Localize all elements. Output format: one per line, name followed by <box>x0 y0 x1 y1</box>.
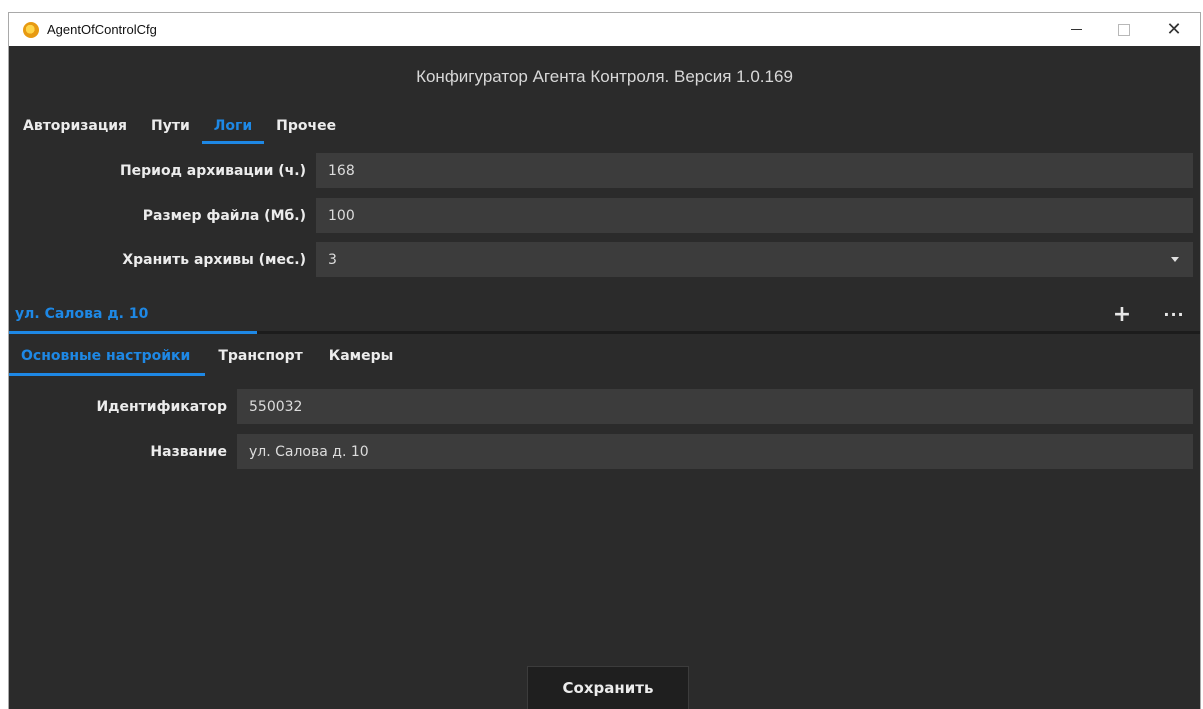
identifier-label: Идентификатор <box>96 399 227 415</box>
tab-main-settings[interactable]: Основные настройки <box>9 336 206 376</box>
save-button[interactable]: Сохранить <box>527 666 689 709</box>
object-tabs: ул. Салова д. 10 + ··· <box>9 294 1200 334</box>
identifier-row: Идентификатор 550032 <box>9 389 1200 425</box>
archive-period-label: Период архивации (ч.) <box>119 163 306 179</box>
keep-archives-row: Хранить архивы (мес.) 3 <box>9 242 1200 278</box>
tab-paths[interactable]: Пути <box>139 108 202 144</box>
app-header: Конфигуратор Агента Контроля. Версия 1.0… <box>9 46 1200 108</box>
tab-transport[interactable]: Транспорт <box>205 336 315 376</box>
keep-archives-value: 3 <box>328 251 337 268</box>
keep-archives-select[interactable]: 3 <box>316 242 1193 278</box>
maximize-button[interactable] <box>1100 13 1148 46</box>
tab-logs[interactable]: Логи <box>201 108 265 144</box>
name-input[interactable]: ул. Салова д. 10 <box>237 434 1193 470</box>
name-row: Название ул. Салова д. 10 <box>9 434 1200 470</box>
page-title: Конфигуратор Агента Контроля. Версия 1.0… <box>416 67 793 86</box>
window-title: AgentOfControlCfg <box>47 22 157 37</box>
archive-period-input[interactable]: 168 <box>316 153 1193 189</box>
file-size-label: Размер файла (Мб.) <box>142 208 306 224</box>
file-size-input[interactable]: 100 <box>316 198 1193 234</box>
identifier-input[interactable]: 550032 <box>237 389 1193 425</box>
keep-archives-label: Хранить архивы (мес.) <box>122 252 306 268</box>
archive-period-row: Период архивации (ч.) 168 <box>9 153 1200 189</box>
main-tabs: Авторизация Пути Логи Прочее <box>9 108 1200 144</box>
app-icon <box>23 21 39 38</box>
tab-authorization[interactable]: Авторизация <box>9 108 139 144</box>
app-window: AgentOfControlCfg ✕ Конфигуратор Агента … <box>8 12 1201 709</box>
tab-other[interactable]: Прочее <box>264 108 348 144</box>
maximize-icon <box>1118 23 1130 36</box>
window-controls: ✕ <box>1052 13 1200 46</box>
file-size-row: Размер файла (Мб.) 100 <box>9 198 1200 234</box>
close-button[interactable]: ✕ <box>1148 13 1200 46</box>
more-options-button[interactable]: ··· <box>1160 300 1188 328</box>
name-label: Название <box>150 444 227 460</box>
object-sub-tabs: Основные настройки Транспорт Камеры <box>9 336 1200 376</box>
title-bar: AgentOfControlCfg ✕ <box>9 12 1200 46</box>
tab-divider <box>257 331 1200 334</box>
add-object-button[interactable]: + <box>1108 300 1136 328</box>
minimize-icon <box>1070 29 1082 30</box>
tab-cameras[interactable]: Камеры <box>316 336 407 376</box>
tab-object-address[interactable]: ул. Салова д. 10 <box>9 294 257 334</box>
minimize-button[interactable] <box>1052 13 1100 46</box>
chevron-down-icon <box>1171 257 1179 262</box>
close-icon: ✕ <box>1166 19 1182 40</box>
